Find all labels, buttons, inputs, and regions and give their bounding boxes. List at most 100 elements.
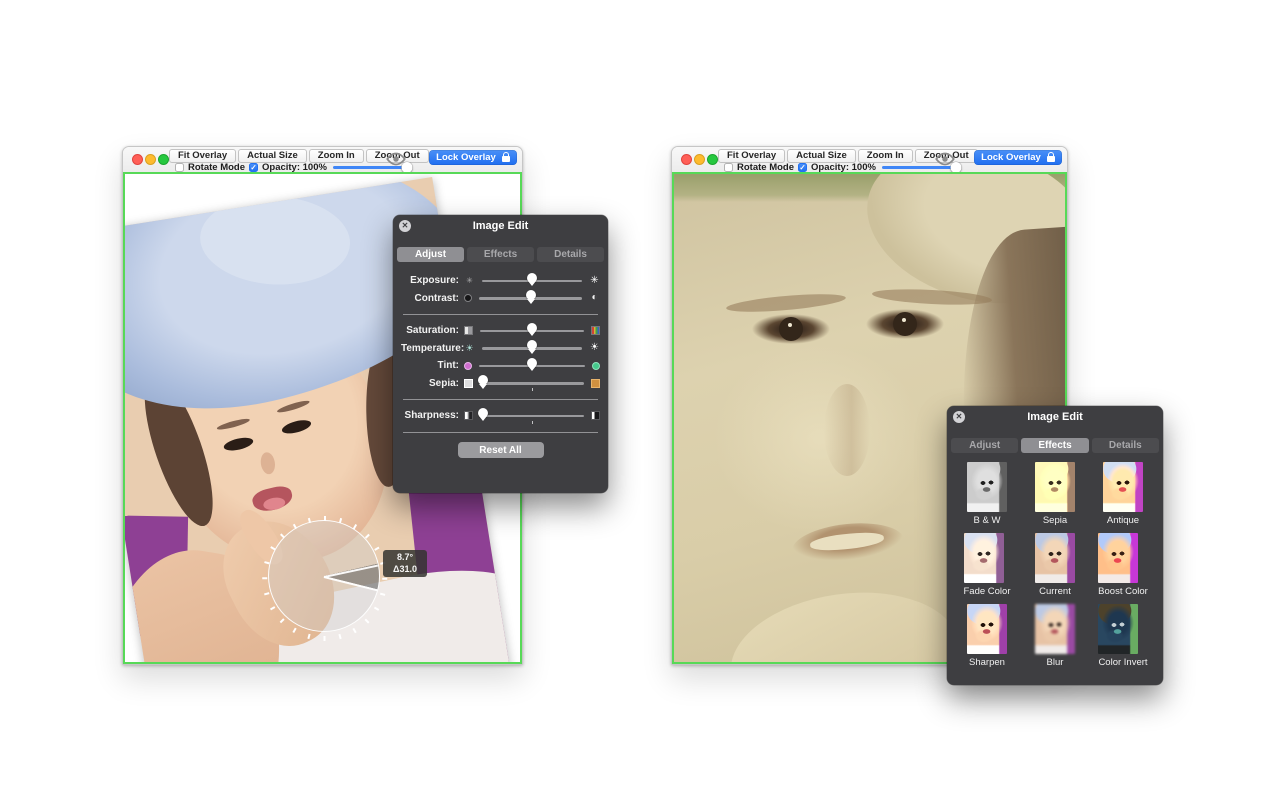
opacity-checkbox[interactable]: ✓ bbox=[798, 163, 807, 172]
photo-pupil bbox=[779, 317, 803, 341]
close-window-button[interactable] bbox=[132, 154, 143, 165]
photo-face-highlight bbox=[714, 344, 924, 534]
effect-thumbnail[interactable] bbox=[964, 533, 1004, 583]
circle-green-icon bbox=[592, 362, 600, 370]
sun-warm-icon bbox=[589, 343, 600, 354]
effect-current[interactable]: Current bbox=[1035, 533, 1075, 597]
opacity-checkbox[interactable]: ✓ bbox=[249, 163, 258, 172]
slider-thumb[interactable] bbox=[527, 340, 537, 350]
toolbar-button-zoom-in[interactable]: Zoom In bbox=[309, 149, 364, 163]
slider-thumb[interactable] bbox=[527, 273, 537, 283]
effect-thumbnail[interactable] bbox=[1098, 604, 1138, 654]
panel-header: ✕ Image Edit bbox=[947, 406, 1163, 428]
effect-label: Color Invert bbox=[1098, 657, 1147, 668]
slider-label: Contrast: bbox=[401, 293, 459, 304]
close-window-button[interactable] bbox=[681, 154, 692, 165]
effect-thumbnail[interactable] bbox=[1035, 604, 1075, 654]
dial-tick bbox=[262, 578, 267, 580]
effect-label: Boost Color bbox=[1098, 586, 1148, 597]
slider-row-contrast: Contrast: bbox=[401, 290, 600, 308]
tab-effects[interactable]: Effects bbox=[467, 247, 534, 262]
panel-title: Image Edit bbox=[393, 220, 608, 232]
panel-header: ✕ Image Edit bbox=[393, 215, 608, 237]
effect-blur[interactable]: Blur bbox=[1035, 604, 1075, 668]
rotate-mode-checkbox[interactable]: ✓ bbox=[175, 163, 184, 172]
slider-track[interactable] bbox=[479, 359, 585, 373]
slider-thumb[interactable] bbox=[526, 290, 536, 300]
effect-label: Fade Color bbox=[964, 586, 1011, 597]
photo-eye-highlight bbox=[902, 318, 906, 322]
effect-sepia[interactable]: Sepia bbox=[1035, 462, 1075, 526]
tab-effects[interactable]: Effects bbox=[1021, 438, 1088, 453]
lock-overlay-button[interactable]: Lock Overlay bbox=[429, 150, 517, 165]
reset-all-button[interactable]: Reset All bbox=[458, 442, 544, 458]
slider-track[interactable] bbox=[482, 274, 582, 288]
window-toolbar: Fit OverlayActual SizeZoom InZoom Out ✓ … bbox=[672, 147, 1067, 173]
effect-antique[interactable]: Antique bbox=[1103, 462, 1143, 526]
effect-boost[interactable]: Boost Color bbox=[1098, 533, 1148, 597]
dial-tick bbox=[324, 636, 326, 641]
circle-dark-icon bbox=[464, 294, 472, 302]
tab-adjust[interactable]: Adjust bbox=[397, 247, 464, 262]
effect-thumbnail[interactable] bbox=[967, 462, 1007, 512]
image-edit-panel-adjust: ✕ Image Edit AdjustEffectsDetails Exposu… bbox=[393, 215, 608, 493]
minimize-window-button[interactable] bbox=[694, 154, 705, 165]
slider-track[interactable] bbox=[479, 291, 582, 305]
tab-details[interactable]: Details bbox=[537, 247, 604, 262]
slider-track[interactable] bbox=[480, 324, 584, 338]
lock-overlay-button[interactable]: Lock Overlay bbox=[974, 150, 1062, 165]
opacity-slider[interactable] bbox=[333, 166, 413, 170]
eye-icon[interactable] bbox=[934, 152, 956, 166]
effect-thumbnail[interactable] bbox=[1035, 533, 1075, 583]
fullscreen-window-button[interactable] bbox=[707, 154, 718, 165]
rotate-mode-checkbox[interactable]: ✓ bbox=[724, 163, 733, 172]
toolbar-button-actual-size[interactable]: Actual Size bbox=[787, 149, 856, 163]
effect-fade[interactable]: Fade Color bbox=[964, 533, 1011, 597]
circle-magenta-icon bbox=[464, 362, 472, 370]
toolbar-button-actual-size[interactable]: Actual Size bbox=[238, 149, 307, 163]
slider-thumb[interactable] bbox=[527, 358, 537, 368]
slider-track[interactable] bbox=[480, 376, 584, 390]
square-white-icon bbox=[464, 379, 473, 388]
effect-invert[interactable]: Color Invert bbox=[1098, 604, 1147, 668]
toolbar-button-fit-overlay[interactable]: Fit Overlay bbox=[169, 149, 236, 163]
slider-track[interactable] bbox=[480, 409, 584, 423]
slider-track[interactable] bbox=[482, 341, 582, 355]
window-toolbar: Fit OverlayActual SizeZoom InZoom Out ✓ … bbox=[123, 147, 522, 173]
effect-label: Blur bbox=[1035, 657, 1075, 668]
tab-adjust[interactable]: Adjust bbox=[951, 438, 1018, 453]
effect-thumbnail[interactable] bbox=[1103, 462, 1143, 512]
minimize-window-button[interactable] bbox=[145, 154, 156, 165]
square-rainbow-icon bbox=[591, 326, 600, 335]
effect-sharpen[interactable]: Sharpen bbox=[967, 604, 1007, 668]
toolbar-button-zoom-in[interactable]: Zoom In bbox=[858, 149, 913, 163]
effect-bw[interactable]: B & W bbox=[967, 462, 1007, 526]
opacity-slider[interactable] bbox=[882, 166, 962, 170]
slider-label: Temperature: bbox=[401, 343, 459, 354]
toolbar-button-fit-overlay[interactable]: Fit Overlay bbox=[718, 149, 785, 163]
slider-center-tick bbox=[532, 421, 533, 424]
effect-thumbnail[interactable] bbox=[1098, 533, 1138, 583]
fullscreen-window-button[interactable] bbox=[158, 154, 169, 165]
star-dim-icon bbox=[464, 275, 475, 286]
slider-row-sepia: Sepia: bbox=[401, 375, 600, 393]
effects-grid: B & W Sepia Antique Fade Color Current Boost … bbox=[947, 453, 1163, 668]
tab-details[interactable]: Details bbox=[1092, 438, 1159, 453]
panel-divider bbox=[403, 314, 598, 315]
slider-thumb[interactable] bbox=[478, 375, 488, 385]
panel-divider bbox=[403, 432, 598, 433]
slider-thumb[interactable] bbox=[527, 323, 537, 333]
slider-label: Sepia: bbox=[401, 378, 459, 389]
effect-thumbnail[interactable] bbox=[967, 604, 1007, 654]
rotation-delta-value: Δ31.0 bbox=[388, 564, 422, 576]
slider-thumb[interactable] bbox=[478, 408, 488, 418]
square-soft-icon bbox=[464, 411, 473, 420]
eye-icon[interactable] bbox=[385, 152, 407, 166]
rotation-angle-value: 8.7° bbox=[388, 552, 422, 564]
effect-thumbnail[interactable] bbox=[1035, 462, 1075, 512]
slider-row-sharpness: Sharpness: bbox=[401, 407, 600, 425]
slider-row-tint: Tint: bbox=[401, 357, 600, 375]
panel-divider bbox=[403, 399, 598, 400]
rotation-dial[interactable] bbox=[268, 520, 380, 632]
effect-label: B & W bbox=[967, 515, 1007, 526]
